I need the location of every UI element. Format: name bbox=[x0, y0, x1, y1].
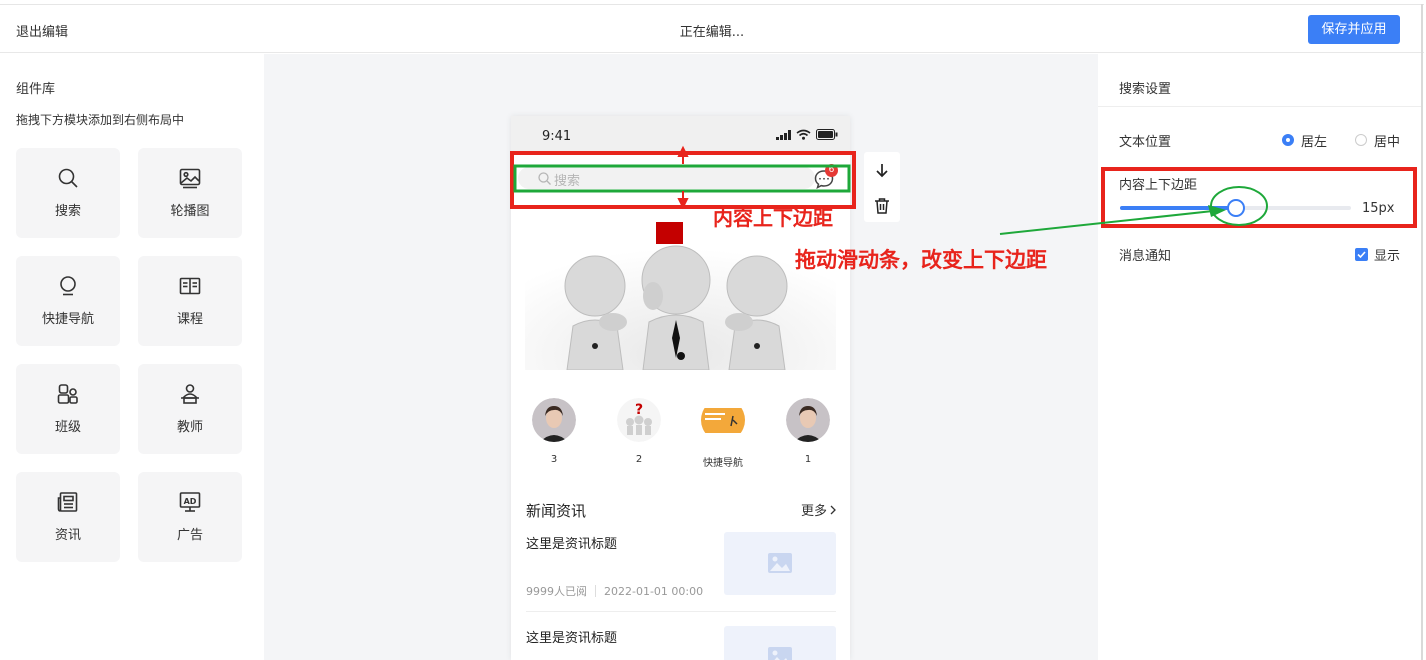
settings-title: 搜索设置 bbox=[1119, 82, 1172, 97]
image-placeholder-icon bbox=[768, 647, 792, 660]
article-title[interactable]: 这里是资讯标题 bbox=[526, 533, 617, 552]
search-placeholder: 搜索 bbox=[554, 174, 581, 189]
quick-nav-label: 快捷导航 bbox=[703, 458, 743, 469]
bulb-icon bbox=[60, 276, 76, 296]
question-people-icon: ? bbox=[617, 398, 661, 442]
radio-align-left[interactable] bbox=[1282, 134, 1294, 146]
status-time: 9:41 bbox=[542, 129, 572, 144]
component-tile-news[interactable]: 资讯 bbox=[16, 472, 120, 562]
search-icon bbox=[538, 172, 551, 185]
quick-nav-item[interactable]: 1 bbox=[778, 394, 838, 465]
article-thumbnail[interactable] bbox=[724, 532, 836, 595]
component-tile-ad[interactable]: AD 广告 bbox=[138, 472, 242, 562]
battery-icon bbox=[816, 129, 838, 140]
component-tile-teacher[interactable]: 教师 bbox=[138, 364, 242, 454]
component-tile-quick-nav[interactable]: 快捷导航 bbox=[16, 256, 120, 346]
checkmark-icon bbox=[1357, 251, 1366, 259]
class-group-icon bbox=[57, 384, 78, 404]
component-tile-course[interactable]: 课程 bbox=[138, 256, 242, 346]
tile-label: 广告 bbox=[176, 528, 203, 543]
quick-nav-label: 1 bbox=[804, 454, 812, 465]
component-tile-class[interactable]: 班级 bbox=[16, 364, 120, 454]
quick-nav-item[interactable]: 快捷导航 bbox=[693, 394, 753, 469]
delete-icon[interactable] bbox=[874, 197, 890, 214]
article-divider bbox=[526, 611, 836, 612]
search-module[interactable]: 搜索 6 bbox=[511, 154, 850, 206]
component-tile-carousel[interactable]: 轮播图 bbox=[138, 148, 242, 238]
quick-nav-item[interactable]: 3 bbox=[524, 394, 584, 465]
quick-nav-row: 3 ? 2 快捷导航 1 bbox=[511, 394, 850, 474]
slider-handle[interactable] bbox=[1226, 199, 1245, 217]
annotation-slider-note: 拖动滑动条，改变上下边距 bbox=[795, 247, 1047, 272]
move-down-icon[interactable] bbox=[874, 162, 890, 178]
yellow-card-icon bbox=[701, 408, 745, 433]
ad-icon: AD bbox=[179, 492, 201, 512]
component-library-panel: 组件库 拖拽下方模块添加到右侧布局中 搜索 轮播图 快捷导航 课程 班级 教师 … bbox=[0, 54, 264, 660]
quick-nav-label: 3 bbox=[550, 454, 558, 465]
chevron-right-icon bbox=[830, 505, 836, 515]
article-thumbnail[interactable] bbox=[724, 626, 836, 660]
library-title: 组件库 bbox=[16, 82, 56, 97]
tile-label: 资讯 bbox=[54, 528, 81, 543]
woman-avatar bbox=[786, 398, 830, 442]
phone-status-bar: 9:41 bbox=[511, 116, 850, 156]
news-more-link[interactable]: 更多 bbox=[801, 500, 837, 519]
article-title[interactable]: 这里是资讯标题 bbox=[526, 627, 617, 646]
editing-status: 正在编辑... bbox=[679, 25, 745, 40]
settings-panel: 搜索设置 文本位置 居左 居中 内容上下边距 15px 消息通知 显示 bbox=[1098, 54, 1421, 660]
text-position-label: 文本位置 bbox=[1119, 135, 1172, 150]
quick-nav-label: 2 bbox=[635, 454, 643, 465]
message-count-badge: 6 bbox=[825, 164, 838, 177]
top-bar: 正在编辑... 退出编辑 保存并应用 bbox=[0, 4, 1424, 53]
padding-slider[interactable] bbox=[1120, 199, 1351, 217]
tile-label: 教师 bbox=[176, 420, 203, 435]
article-date: 2022-01-01 00:00 bbox=[604, 585, 704, 598]
tile-label: 课程 bbox=[176, 312, 203, 327]
component-tile-search[interactable]: 搜索 bbox=[16, 148, 120, 238]
banner-image[interactable] bbox=[525, 218, 836, 370]
slider-fill bbox=[1120, 206, 1236, 210]
teacher-icon bbox=[181, 384, 199, 404]
radio-align-center[interactable] bbox=[1355, 134, 1367, 146]
article-meta: 9999人已阅 2022-01-01 00:00 bbox=[526, 583, 703, 599]
exit-edit-link[interactable]: 退出编辑 bbox=[16, 21, 68, 40]
right-edge-border bbox=[1421, 4, 1423, 660]
annotation-phone-note: 内容上下边距 bbox=[713, 206, 833, 230]
save-apply-button[interactable]: 保存并应用 bbox=[1308, 15, 1400, 44]
tile-label: 快捷导航 bbox=[41, 312, 94, 327]
image-carousel-icon bbox=[179, 168, 201, 189]
news-section-title: 新闻资讯 bbox=[526, 502, 587, 520]
quick-nav-item[interactable]: ? 2 bbox=[609, 394, 669, 465]
library-subtitle: 拖拽下方模块添加到右侧布局中 bbox=[16, 113, 185, 127]
more-label: 更多 bbox=[801, 504, 828, 519]
tile-label: 轮播图 bbox=[170, 204, 210, 219]
book-icon bbox=[179, 277, 201, 295]
newspaper-icon bbox=[57, 492, 78, 512]
module-toolbar bbox=[864, 152, 900, 222]
wifi-icon bbox=[796, 129, 811, 140]
padding-value: 15px bbox=[1362, 201, 1395, 216]
svg-text:AD: AD bbox=[184, 497, 197, 506]
search-icon bbox=[58, 168, 78, 188]
article-reads: 9999人已阅 bbox=[526, 585, 587, 598]
radio-align-left-label[interactable]: 居左 bbox=[1301, 131, 1327, 150]
settings-divider bbox=[1098, 106, 1421, 107]
woman-avatar bbox=[532, 398, 576, 442]
phone-preview: 9:41 搜索 6 3 ? 2 快捷导航 1 新闻资讯 更多 这里是资讯标题 9… bbox=[511, 116, 850, 660]
tile-label: 搜索 bbox=[54, 204, 81, 219]
image-placeholder-icon bbox=[768, 553, 792, 573]
notification-label: 消息通知 bbox=[1119, 249, 1172, 264]
padding-label: 内容上下边距 bbox=[1119, 178, 1198, 193]
signal-icon bbox=[776, 130, 791, 140]
radio-align-center-label[interactable]: 居中 bbox=[1374, 131, 1400, 150]
show-notification-checkbox[interactable] bbox=[1355, 248, 1368, 261]
tile-label: 班级 bbox=[54, 420, 81, 435]
show-notification-label[interactable]: 显示 bbox=[1374, 245, 1400, 264]
